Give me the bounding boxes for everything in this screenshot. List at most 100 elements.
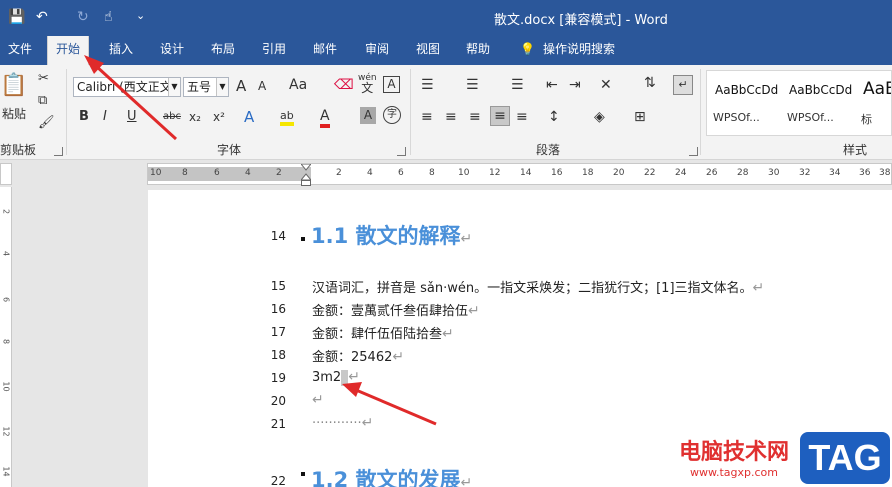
change-case-button[interactable]: Aa [289, 77, 307, 93]
paragraph-group-label: 段落 [536, 143, 561, 157]
character-border-button[interactable]: A [383, 76, 400, 93]
title-bar: 💾 ↶ ↻ ☝ ⌄ 散文.docx [兼容模式] - Word [0, 0, 892, 36]
style-item[interactable]: AaB 标 [855, 71, 891, 135]
tab-home[interactable]: 开始 [47, 36, 90, 65]
font-launcher-icon[interactable] [397, 147, 406, 156]
tab-help[interactable]: 帮助 [458, 36, 498, 65]
borders-icon[interactable]: ⊞ [634, 109, 646, 125]
heading-text: 1.2 散文的发展 [311, 468, 461, 487]
horizontal-ruler[interactable]: 10 8 6 4 2 2 4 6 8 10 12 14 16 18 20 22 … [147, 163, 892, 186]
text-line[interactable]: 3m2 ↵ [312, 369, 360, 386]
text-effects-button[interactable]: A [244, 108, 254, 126]
sort-icon[interactable]: ⇅ [644, 75, 656, 91]
text-line[interactable]: ↵ [312, 392, 324, 408]
decrease-indent-icon[interactable]: ⇤ [546, 77, 558, 93]
paragraph-mark: ↵ [361, 415, 374, 431]
subscript-button[interactable]: x₂ [189, 110, 201, 124]
bold-button[interactable]: B [79, 109, 89, 124]
tell-me-search[interactable]: 💡 操作说明搜索 [512, 36, 623, 65]
text-line[interactable]: ············↵ [312, 415, 373, 431]
style-sample: AaB [863, 79, 891, 99]
bullets-icon[interactable]: ☰ [421, 77, 434, 93]
align-center-icon[interactable]: ≡ [445, 109, 457, 125]
paste-button[interactable]: 粘贴 [2, 105, 26, 122]
superscript-button[interactable]: x² [213, 110, 225, 124]
vertical-ruler[interactable]: 2 4 6 8 10 12 14 [0, 187, 12, 487]
enclose-characters-button[interactable]: 字 [383, 106, 401, 124]
line-text: 金额：25462 [312, 350, 393, 365]
line-number: 22 [270, 474, 286, 487]
paste-icon[interactable]: 📋 [0, 73, 28, 98]
ruler-tick: 12 [489, 168, 501, 178]
copy-icon[interactable]: ⧉ [38, 93, 47, 108]
clear-format-icon[interactable]: ⌫ [334, 77, 354, 93]
shading-icon[interactable]: ◈ [594, 109, 605, 125]
line-spacing-icon[interactable]: ↕ [548, 109, 560, 125]
ruler-tick: 16 [551, 168, 563, 178]
shrink-font-button[interactable]: A [258, 79, 266, 93]
justify-icon[interactable]: ≡ [490, 106, 510, 126]
separator [700, 69, 701, 155]
character-shading-button[interactable]: A [360, 107, 376, 124]
style-item[interactable]: AaBbCcDd WPSOf... [707, 71, 779, 135]
tab-review[interactable]: 审阅 [357, 36, 397, 65]
text-line[interactable]: 金额：25462↵ [312, 346, 404, 365]
chevron-down-icon[interactable]: ▼ [216, 78, 228, 96]
underline-button[interactable]: U [127, 109, 137, 124]
format-painter-icon[interactable]: 🖌 [38, 115, 55, 130]
heading-1-1[interactable]: 1.1 散文的解释↵ [311, 220, 472, 250]
style-sample: AaBbCcDd [789, 83, 853, 97]
indent-marker-icon[interactable] [301, 164, 311, 186]
chevron-down-icon[interactable]: ▼ [168, 78, 180, 96]
numbering-icon[interactable]: ☰ [466, 77, 479, 93]
text-line[interactable]: 金额：肆仟伍佰陆拾叁↵ [312, 323, 454, 342]
text-line[interactable]: 金额：壹萬贰仟叁佰肆拾伍↵ [312, 300, 480, 319]
ruler-tick: 2 [336, 168, 342, 178]
multilevel-list-icon[interactable]: ☰ [511, 77, 524, 93]
text-line[interactable]: 汉语词汇，拼音是 sǎn·wén。一指文采焕发；二指犹行文；[1]三指文体名。↵ [312, 277, 764, 296]
ruler-corner[interactable] [0, 163, 12, 185]
distributed-icon[interactable]: ≡ [516, 109, 528, 125]
window-title: 散文.docx [兼容模式] - Word [494, 13, 668, 28]
tab-mailings[interactable]: 邮件 [305, 36, 345, 65]
cut-icon[interactable]: ✂ [38, 71, 49, 86]
line-number: 20 [270, 394, 286, 408]
paragraph-mark: ↵ [460, 231, 473, 247]
strikethrough-button[interactable]: abc [163, 111, 181, 122]
increase-indent-icon[interactable]: ⇥ [569, 77, 581, 93]
show-marks-icon[interactable]: ↵ [673, 75, 693, 95]
italic-button[interactable]: I [103, 109, 107, 124]
paragraph-launcher-icon[interactable] [689, 147, 698, 156]
tab-insert[interactable]: 插入 [101, 36, 141, 65]
ruler-tick: 34 [829, 168, 841, 178]
ruler-tick: 4 [245, 168, 251, 178]
ruler-tick: 24 [675, 168, 687, 178]
align-right-icon[interactable]: ≡ [469, 109, 481, 125]
vruler-tick: 2 [1, 208, 11, 215]
font-size-combo[interactable]: 五号 ▼ [183, 77, 229, 97]
heading-1-2[interactable]: 1.2 散文的发展↵ [311, 464, 472, 487]
grow-font-button[interactable]: A [236, 77, 246, 95]
highlight-button[interactable]: ab [280, 109, 294, 126]
chinese-layout-icon[interactable]: ✕ [600, 77, 612, 93]
align-left-icon[interactable]: ≡ [421, 109, 433, 125]
tab-layout[interactable]: 布局 [203, 36, 243, 65]
heading-text: 1.1 散文的解释 [311, 224, 461, 248]
font-name-combo[interactable]: Calibri (西文正文 ▼ [73, 77, 181, 97]
vruler-tick: 14 [1, 466, 11, 477]
tab-references[interactable]: 引用 [254, 36, 294, 65]
tab-view[interactable]: 视图 [408, 36, 448, 65]
line-number: 17 [270, 325, 286, 339]
tab-file[interactable]: 文件 [0, 36, 40, 65]
style-item[interactable]: AaBbCcDd WPSOf... [781, 71, 853, 135]
ruler-tick: 26 [706, 168, 718, 178]
style-name: WPSOf... [787, 111, 834, 124]
ruler-tick: 38 [879, 168, 891, 178]
font-color-button[interactable]: A [320, 108, 330, 128]
ruler-tick: 36 [859, 168, 871, 178]
phonetic-guide-button[interactable]: wén 文 [358, 73, 377, 95]
clipboard-launcher-icon[interactable] [54, 147, 63, 156]
tab-design[interactable]: 设计 [152, 36, 192, 65]
ruler-tick: 14 [520, 168, 532, 178]
style-name: 标 [861, 113, 872, 126]
